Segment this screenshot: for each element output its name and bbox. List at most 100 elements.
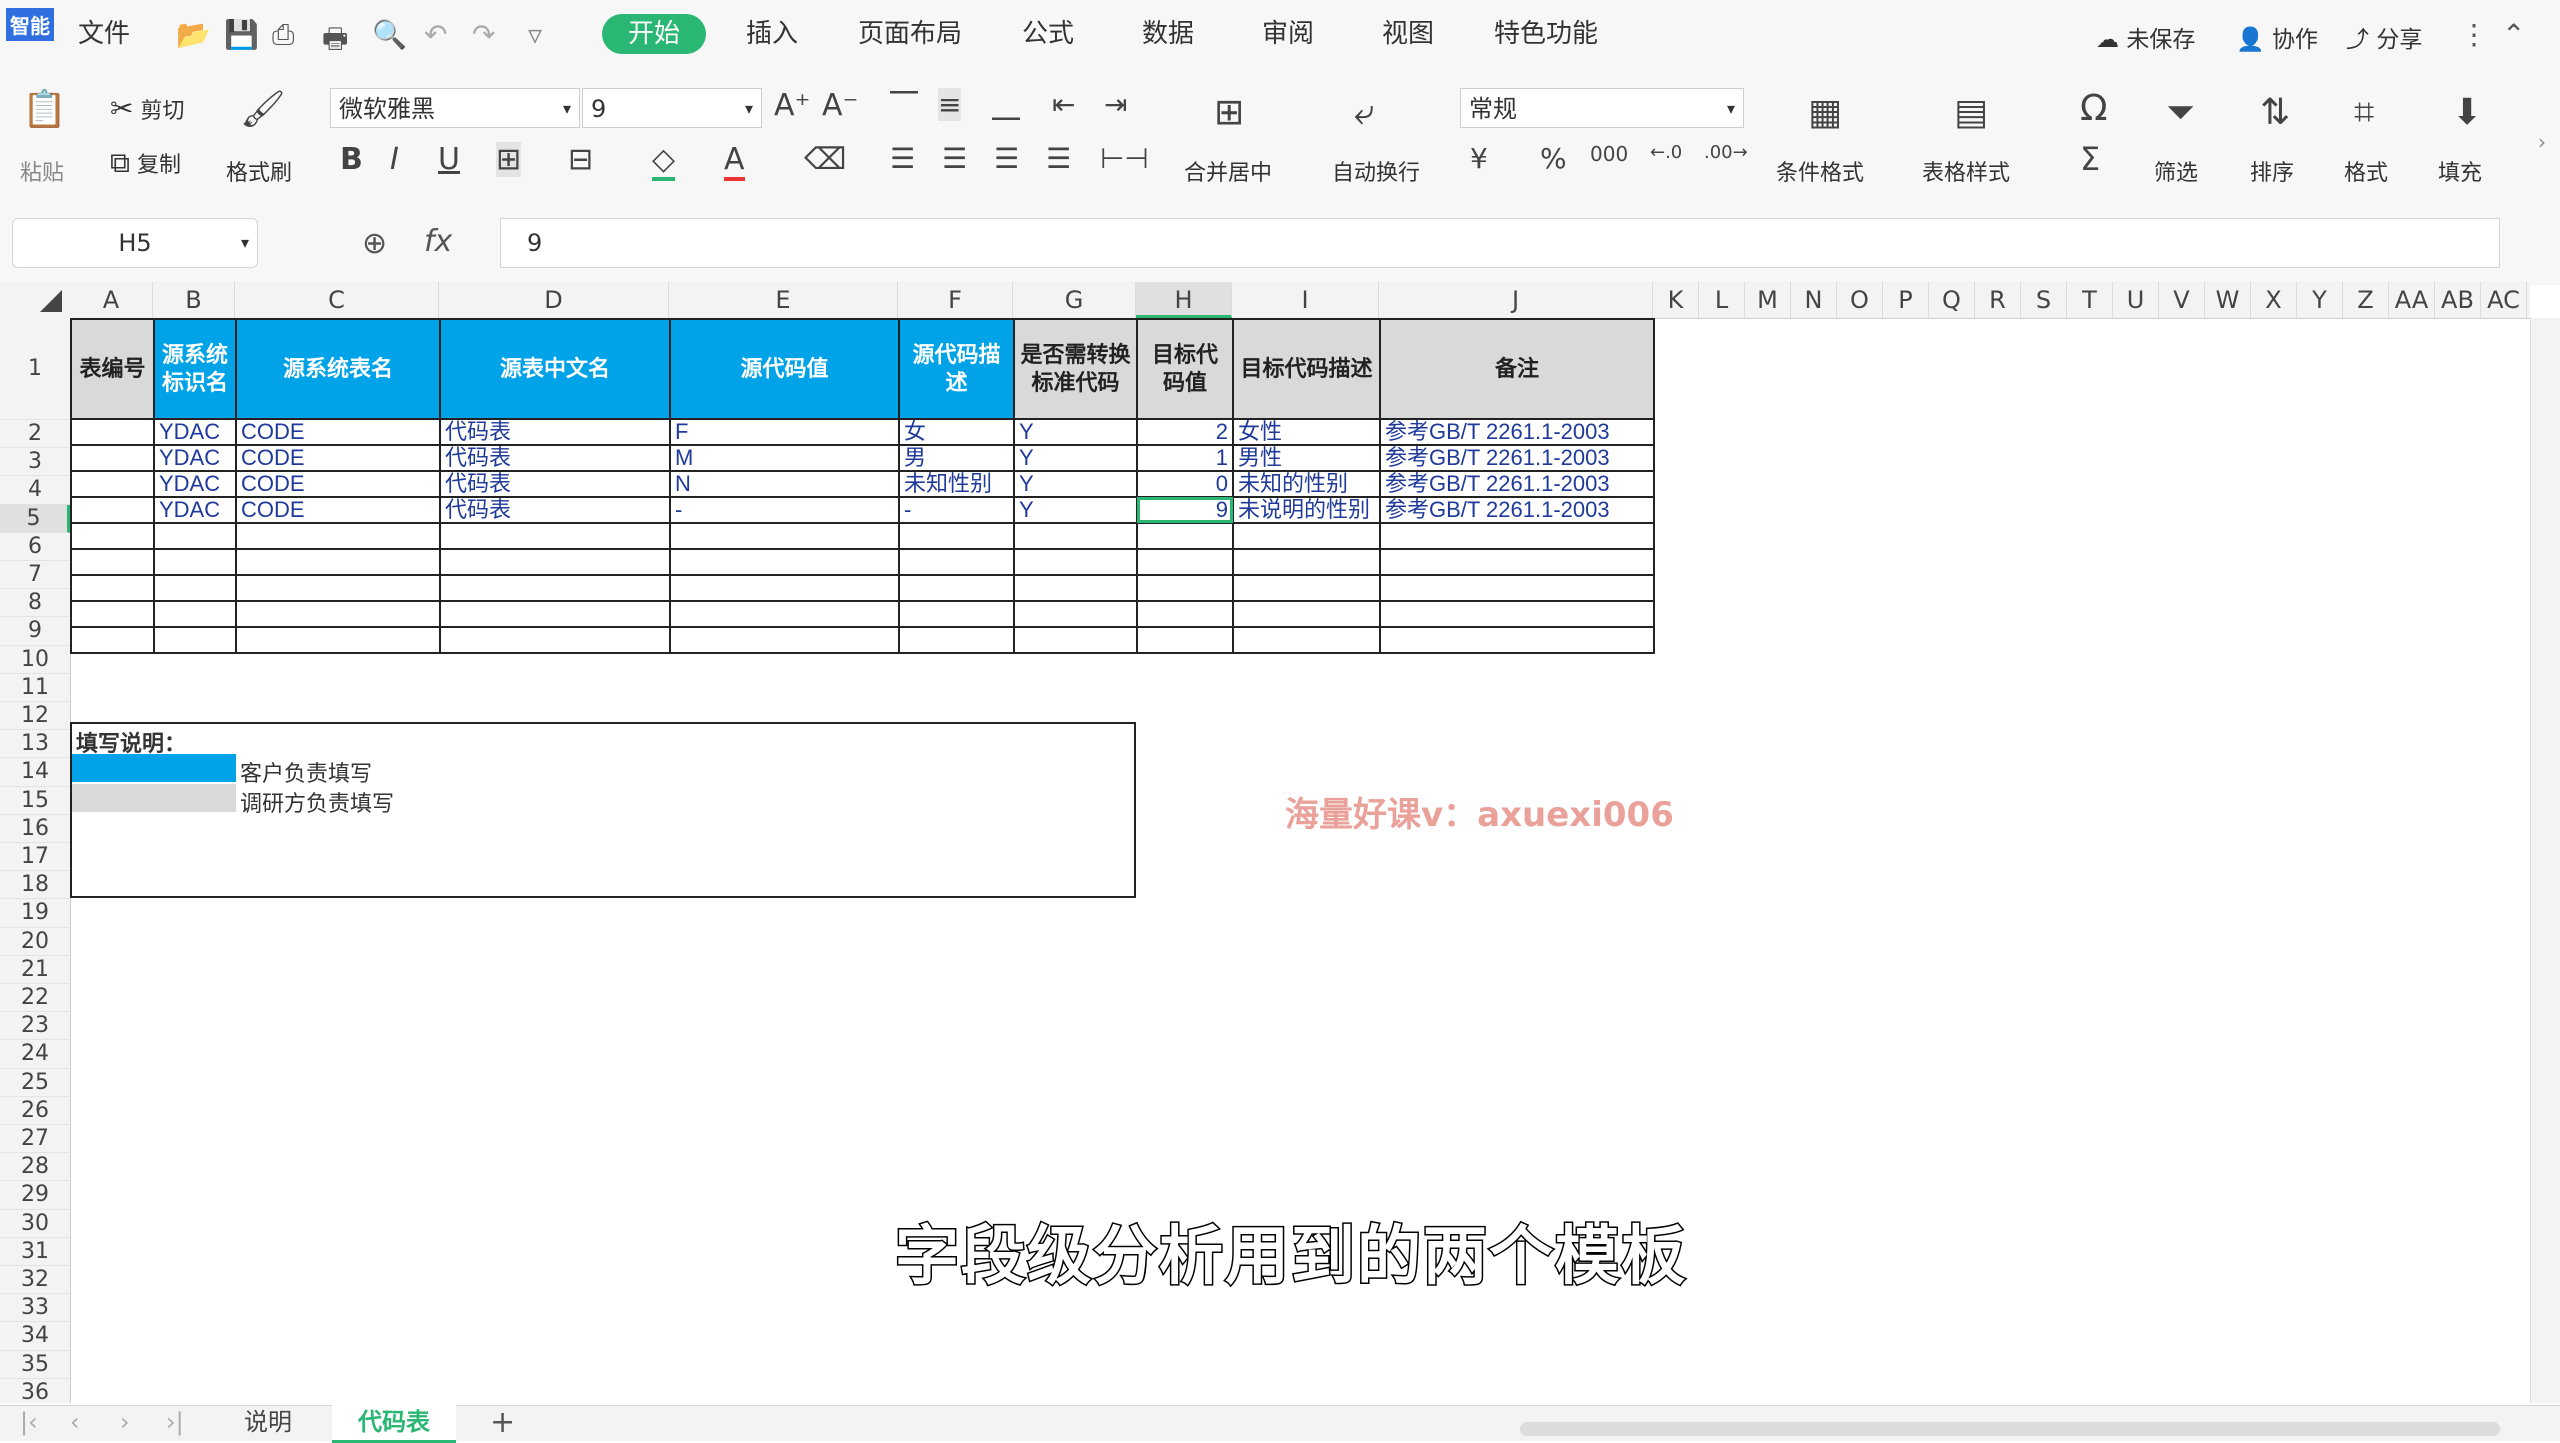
fx-icon[interactable]: fx xyxy=(424,224,452,259)
merge-icon[interactable]: ⊞ xyxy=(1214,92,1244,133)
percent-icon[interactable]: % xyxy=(1540,142,1567,175)
column-header[interactable]: O xyxy=(1837,282,1883,318)
align-bottom-icon[interactable]: ⎽ xyxy=(992,88,1020,122)
tab-instructions[interactable]: 说明 xyxy=(244,1405,292,1440)
cell[interactable]: 参考GB/T 2261.1-2003 xyxy=(1379,418,1655,446)
align-middle-icon[interactable]: ≡ xyxy=(938,88,962,121)
row-header[interactable]: 29 xyxy=(0,1181,70,1210)
cell[interactable]: 未知性别 xyxy=(898,470,1015,498)
column-header[interactable]: N xyxy=(1791,282,1837,318)
column-header[interactable]: I xyxy=(1232,282,1379,318)
outdent-icon[interactable]: ⇤ xyxy=(1052,88,1075,121)
paste-icon[interactable]: 📋 xyxy=(22,88,67,130)
cell[interactable]: 女 xyxy=(898,418,1015,446)
align-right-icon[interactable]: ☰ xyxy=(994,142,1019,175)
cell[interactable]: 未知的性别 xyxy=(1232,470,1381,498)
cell[interactable]: 代码表 xyxy=(439,444,671,472)
menu-page-layout[interactable]: 页面布局 xyxy=(858,14,962,54)
format-painter-label[interactable]: 格式刷 xyxy=(226,155,292,187)
header-cell[interactable]: 源系统标识名 xyxy=(153,318,237,420)
app-logo[interactable]: 智能 xyxy=(6,8,54,41)
header-cell[interactable]: 备注 xyxy=(1379,318,1655,420)
row-header[interactable]: 34 xyxy=(0,1322,70,1351)
header-cell[interactable]: 源代码描述 xyxy=(898,318,1015,420)
row-header[interactable]: 10 xyxy=(0,646,70,674)
cell[interactable]: 0 xyxy=(1136,470,1234,498)
row-header[interactable]: 8 xyxy=(0,589,70,618)
filter-icon[interactable]: ⏷ xyxy=(2166,92,2195,134)
column-header[interactable]: Q xyxy=(1929,282,1975,318)
first-sheet-icon[interactable]: |‹ xyxy=(20,1405,38,1440)
row-header[interactable]: 24 xyxy=(0,1040,70,1069)
file-menu[interactable]: 文件 xyxy=(78,14,130,54)
cell[interactable] xyxy=(70,418,155,446)
format-label[interactable]: 格式 xyxy=(2344,155,2388,187)
table-style-icon[interactable]: ▤ xyxy=(1954,92,1988,133)
conditional-format-icon[interactable]: ▦ xyxy=(1808,92,1842,133)
eraser-icon[interactable]: ⌫ xyxy=(804,142,846,177)
next-sheet-icon[interactable]: › xyxy=(120,1405,130,1440)
increase-decimal-icon[interactable]: ←.0 xyxy=(1650,142,1682,163)
undo-icon[interactable]: ↶ xyxy=(424,18,447,51)
open-icon[interactable]: 📂 xyxy=(176,18,211,51)
cell[interactable]: YDAC xyxy=(153,496,237,524)
column-header[interactable]: H xyxy=(1136,282,1232,318)
wrap-label[interactable]: 自动换行 xyxy=(1332,155,1420,187)
column-header[interactable]: X xyxy=(2251,282,2297,318)
cell[interactable]: 未说明的性别 xyxy=(1232,496,1381,524)
sort-icon[interactable]: ⇅ xyxy=(2260,92,2290,133)
ribbon-scroll-right-icon[interactable]: › xyxy=(2538,130,2546,154)
menu-view[interactable]: 视图 xyxy=(1382,14,1434,54)
row-header[interactable]: 6 xyxy=(0,533,70,561)
print-icon[interactable]: 🖶 xyxy=(322,18,348,66)
menu-formula[interactable]: 公式 xyxy=(1022,14,1074,54)
cell[interactable]: 代码表 xyxy=(439,470,671,498)
cell[interactable]: CODE xyxy=(235,496,441,524)
decrease-decimal-icon[interactable]: .00→ xyxy=(1704,142,1748,163)
cell[interactable]: M xyxy=(669,444,900,472)
cell[interactable]: 参考GB/T 2261.1-2003 xyxy=(1379,496,1655,524)
sum-icon[interactable]: Σ xyxy=(2080,140,2100,178)
border-icon[interactable]: ⊞ xyxy=(496,142,522,177)
column-header[interactable]: AA xyxy=(2389,282,2435,318)
row-header[interactable]: 4 xyxy=(0,476,70,505)
column-header[interactable]: L xyxy=(1699,282,1745,318)
more-icon[interactable]: ▿ xyxy=(528,18,542,51)
menu-review[interactable]: 审阅 xyxy=(1262,14,1314,54)
indent-icon[interactable]: ⇥ xyxy=(1104,88,1127,121)
header-cell[interactable]: 表编号 xyxy=(70,318,155,420)
add-sheet-icon[interactable]: + xyxy=(490,1405,515,1440)
fill-color-icon[interactable]: ◇ xyxy=(652,142,676,181)
conditional-format-label[interactable]: 条件格式 xyxy=(1776,155,1864,187)
cell[interactable] xyxy=(70,496,155,524)
align-top-icon[interactable]: ⎺ xyxy=(890,88,918,122)
cell[interactable] xyxy=(70,470,155,498)
cell[interactable]: YDAC xyxy=(153,418,237,446)
cell[interactable]: 参考GB/T 2261.1-2003 xyxy=(1379,444,1655,472)
format-painter-icon[interactable]: 🖌 xyxy=(240,88,286,130)
row-header[interactable]: 14 xyxy=(0,758,70,787)
row-header[interactable]: 35 xyxy=(0,1351,70,1379)
cell[interactable]: 代码表 xyxy=(439,418,671,446)
column-header[interactable]: M xyxy=(1745,282,1791,318)
cell-style-icon[interactable]: ⊟ xyxy=(568,142,593,177)
cell[interactable]: - xyxy=(669,496,900,524)
vertical-scrollbar[interactable] xyxy=(2530,318,2560,1403)
row-header[interactable]: 2 xyxy=(0,420,70,449)
filter-label[interactable]: 筛选 xyxy=(2154,155,2198,187)
row-header[interactable]: 17 xyxy=(0,843,70,872)
row-header[interactable]: 3 xyxy=(0,448,70,477)
cell[interactable]: YDAC xyxy=(153,470,237,498)
font-color-icon[interactable]: A xyxy=(724,142,745,181)
cell[interactable]: N xyxy=(669,470,900,498)
row-header[interactable]: 30 xyxy=(0,1210,70,1238)
thousands-icon[interactable]: 000 xyxy=(1590,142,1628,166)
row-header[interactable]: 21 xyxy=(0,956,70,984)
column-header[interactable]: B xyxy=(153,282,235,318)
column-header[interactable]: R xyxy=(1975,282,2021,318)
row-header[interactable]: 12 xyxy=(0,702,70,731)
cell[interactable]: Y xyxy=(1013,444,1138,472)
kebab-icon[interactable]: ⋮ xyxy=(2460,18,2488,51)
row-header[interactable]: 9 xyxy=(0,617,70,646)
share-button[interactable]: ⤴ 分享 xyxy=(2346,20,2422,54)
